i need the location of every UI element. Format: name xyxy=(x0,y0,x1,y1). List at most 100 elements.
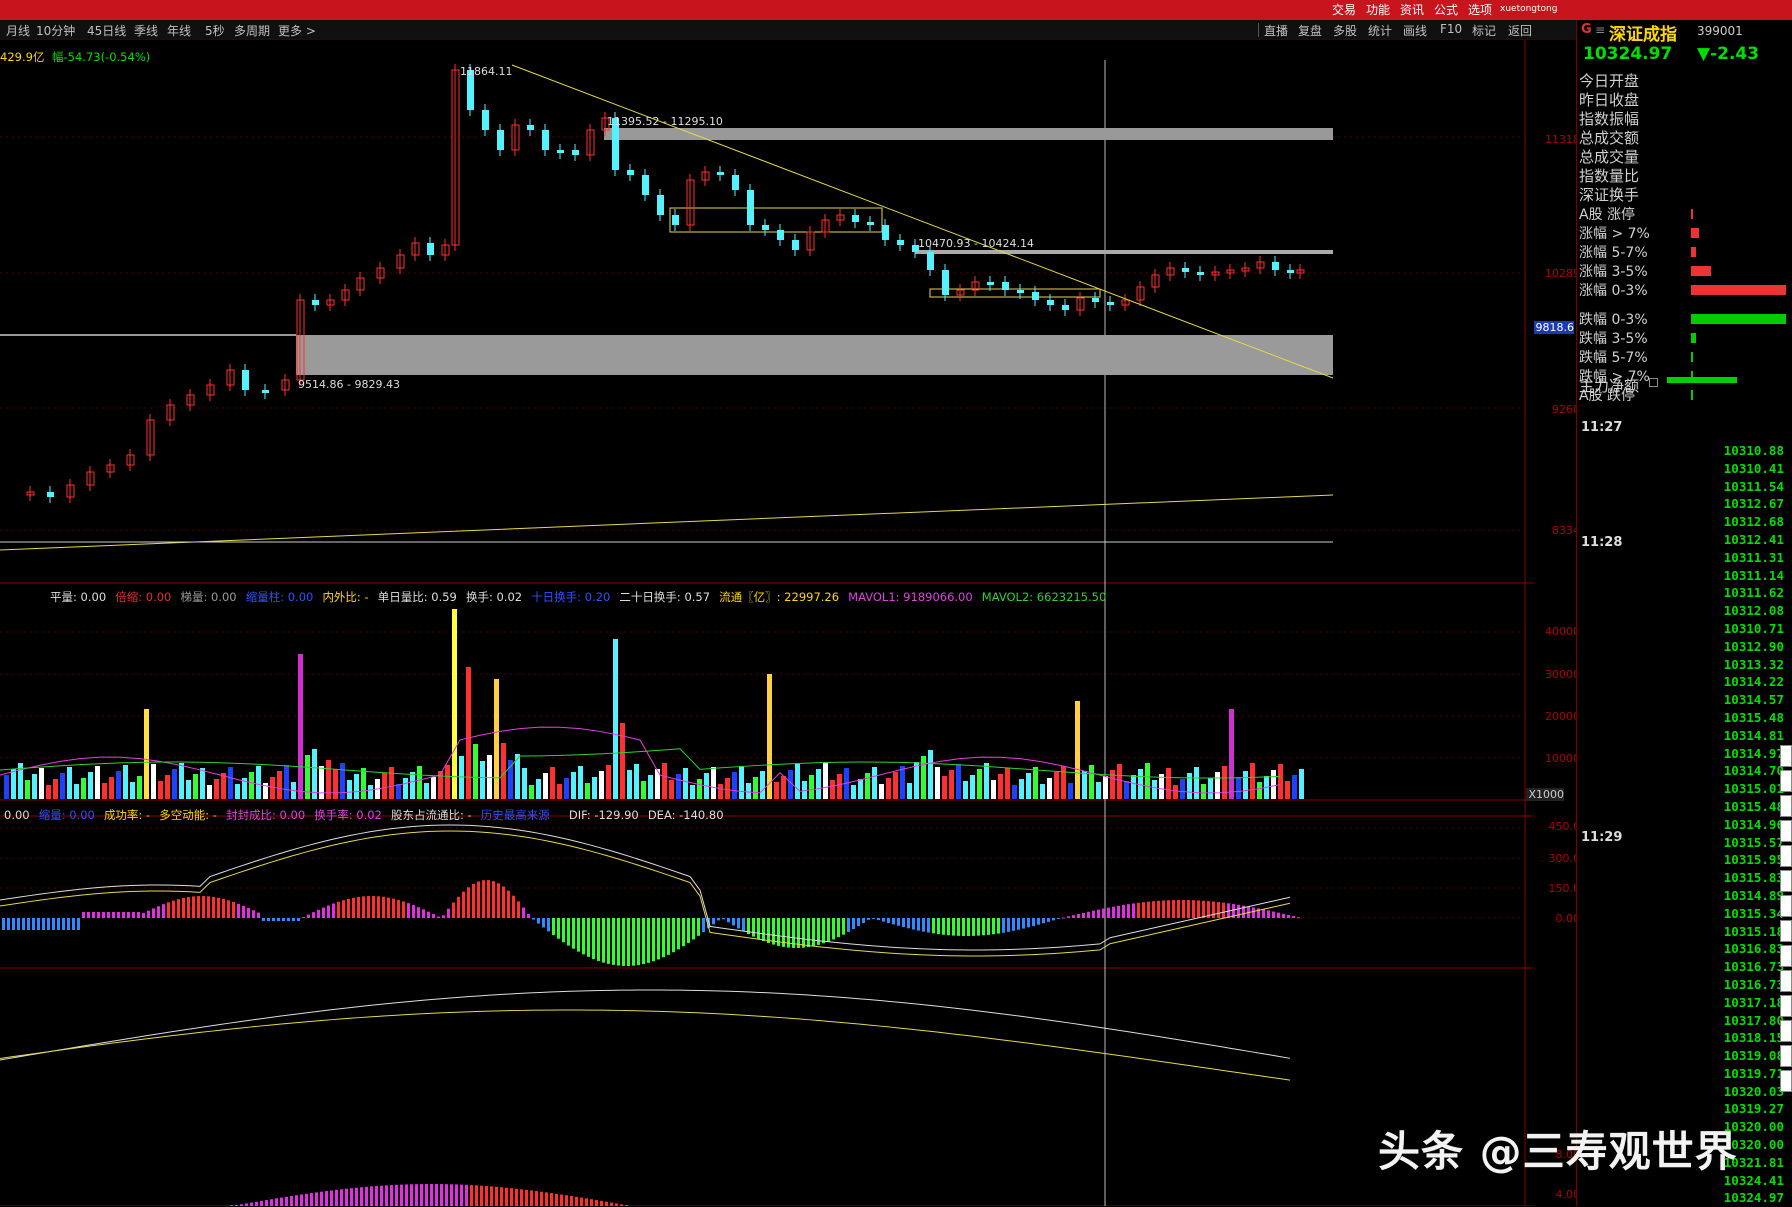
macd-bar xyxy=(232,901,235,918)
period-quarter[interactable]: 季线 xyxy=(134,22,158,39)
macd-bar xyxy=(652,918,655,962)
macd-bar xyxy=(142,913,145,918)
macd-bar xyxy=(967,918,970,936)
macd-bar xyxy=(737,918,740,929)
menu-formula[interactable]: 公式 xyxy=(1434,1,1458,18)
menu-function[interactable]: 功能 xyxy=(1366,1,1390,18)
volume-bar xyxy=(816,769,821,799)
macd-bar xyxy=(507,890,510,918)
tick-price: 10314.81 xyxy=(1723,727,1784,743)
macd-bar xyxy=(1192,900,1195,918)
draw-tool-icon[interactable] xyxy=(1780,945,1792,967)
tick-price: 10312.67 xyxy=(1723,496,1784,512)
macd-bar xyxy=(952,918,955,936)
tick-price: 10310.71 xyxy=(1723,620,1784,636)
volume-bar xyxy=(732,772,737,799)
draw-button[interactable]: 画线 xyxy=(1403,22,1427,39)
stats-button[interactable]: 统计 xyxy=(1368,22,1392,39)
draw-tool-icon[interactable] xyxy=(1780,1045,1792,1067)
volume-bar xyxy=(46,785,51,799)
current-price-tag: 9818.6 xyxy=(1534,321,1574,334)
volume-bar xyxy=(529,785,534,799)
breadth-bar xyxy=(1691,247,1696,257)
macd-bar xyxy=(742,918,745,932)
flow-toggle-icon[interactable] xyxy=(1649,378,1658,387)
mark-button[interactable]: 标记 xyxy=(1472,22,1496,39)
macd-bar xyxy=(382,896,385,918)
draw-tool-icon[interactable] xyxy=(1780,895,1792,917)
lower-bar xyxy=(525,1189,528,1206)
period-45day[interactable]: 45日线 xyxy=(87,22,126,39)
lower-bar xyxy=(395,1184,398,1206)
tick-price: 10317.18 xyxy=(1723,994,1784,1010)
macd-bar xyxy=(112,912,115,918)
volume-bar xyxy=(116,771,121,799)
draw-tool-icon[interactable] xyxy=(1780,995,1792,1017)
tick-price: 10315.57 xyxy=(1723,834,1784,850)
macd-bar xyxy=(907,918,910,929)
volume-bar xyxy=(501,743,506,799)
volume-bar xyxy=(1257,782,1262,799)
volume-bar xyxy=(1096,782,1101,799)
draw-tool-icon[interactable] xyxy=(1780,770,1792,792)
lower-bar xyxy=(475,1185,478,1206)
candlestick-chart[interactable] xyxy=(0,40,1576,1206)
candle xyxy=(482,110,489,130)
back-button[interactable]: 返回 xyxy=(1508,22,1532,39)
menu-icon[interactable]: ≡ xyxy=(1595,23,1605,37)
volume-bar xyxy=(53,779,58,799)
review-button[interactable]: 复盘 xyxy=(1298,22,1322,39)
volume-bar xyxy=(739,766,744,799)
lower-bar xyxy=(465,1184,468,1206)
macd-bar xyxy=(487,880,490,918)
draw-tool-icon[interactable] xyxy=(1780,870,1792,892)
chart-area[interactable]: 429.9亿 幅-54.73(-0.54%) 11864.11 11395.52… xyxy=(0,40,1576,1206)
f10-button[interactable]: F10 xyxy=(1440,22,1462,36)
candle xyxy=(897,240,904,245)
tick-price: 10314.57 xyxy=(1723,692,1784,708)
axis-label: 11318 xyxy=(1545,133,1576,146)
macd-bar xyxy=(467,887,470,918)
draw-tool-icon[interactable] xyxy=(1780,920,1792,942)
menu-news[interactable]: 资讯 xyxy=(1400,1,1424,18)
menu-options[interactable]: 选项 xyxy=(1468,1,1492,18)
draw-tool-icon[interactable] xyxy=(1780,970,1792,992)
volume-bar xyxy=(627,770,632,799)
period-monthly[interactable]: 月线 xyxy=(6,22,30,39)
period-multi[interactable]: 多周期 xyxy=(234,22,270,39)
breadth-bar xyxy=(1691,209,1693,219)
macd-bar xyxy=(732,918,735,926)
macd-bar xyxy=(117,912,120,918)
live-button[interactable]: 直播 xyxy=(1264,22,1288,39)
tick-price: 10314.89 xyxy=(1723,887,1784,903)
candle xyxy=(1047,300,1054,305)
draw-tool-icon[interactable] xyxy=(1780,1070,1792,1092)
macd-bar xyxy=(47,918,50,930)
macd-bar xyxy=(1012,918,1015,931)
candle xyxy=(1092,298,1099,302)
macd-bar xyxy=(502,886,505,918)
lower-line xyxy=(0,1009,1291,1081)
draw-tool-icon[interactable] xyxy=(1780,1020,1792,1042)
candle xyxy=(882,225,889,240)
period-year[interactable]: 年线 xyxy=(167,22,191,39)
draw-tool-icon[interactable] xyxy=(1780,820,1792,842)
period-10min[interactable]: 10分钟 xyxy=(36,22,75,39)
period-more[interactable]: 更多 > xyxy=(278,22,316,39)
candle xyxy=(527,125,534,130)
macd-bar xyxy=(402,901,405,918)
macd-bar xyxy=(182,897,185,918)
draw-tool-icon[interactable] xyxy=(1780,745,1792,767)
draw-tool-icon[interactable] xyxy=(1780,795,1792,817)
multi-stock-button[interactable]: 多股 xyxy=(1333,22,1357,39)
chart-grid xyxy=(0,40,1534,1206)
macd-bar xyxy=(1252,907,1255,918)
volume-bar xyxy=(1019,779,1024,799)
draw-tool-icon[interactable] xyxy=(1780,845,1792,867)
period-5sec[interactable]: 5秒 xyxy=(205,22,225,39)
macd-bar xyxy=(572,918,575,949)
candle xyxy=(497,130,504,150)
macd-bar xyxy=(62,918,65,930)
menu-trade[interactable]: 交易 xyxy=(1332,1,1356,18)
macd-bar xyxy=(1272,911,1275,918)
